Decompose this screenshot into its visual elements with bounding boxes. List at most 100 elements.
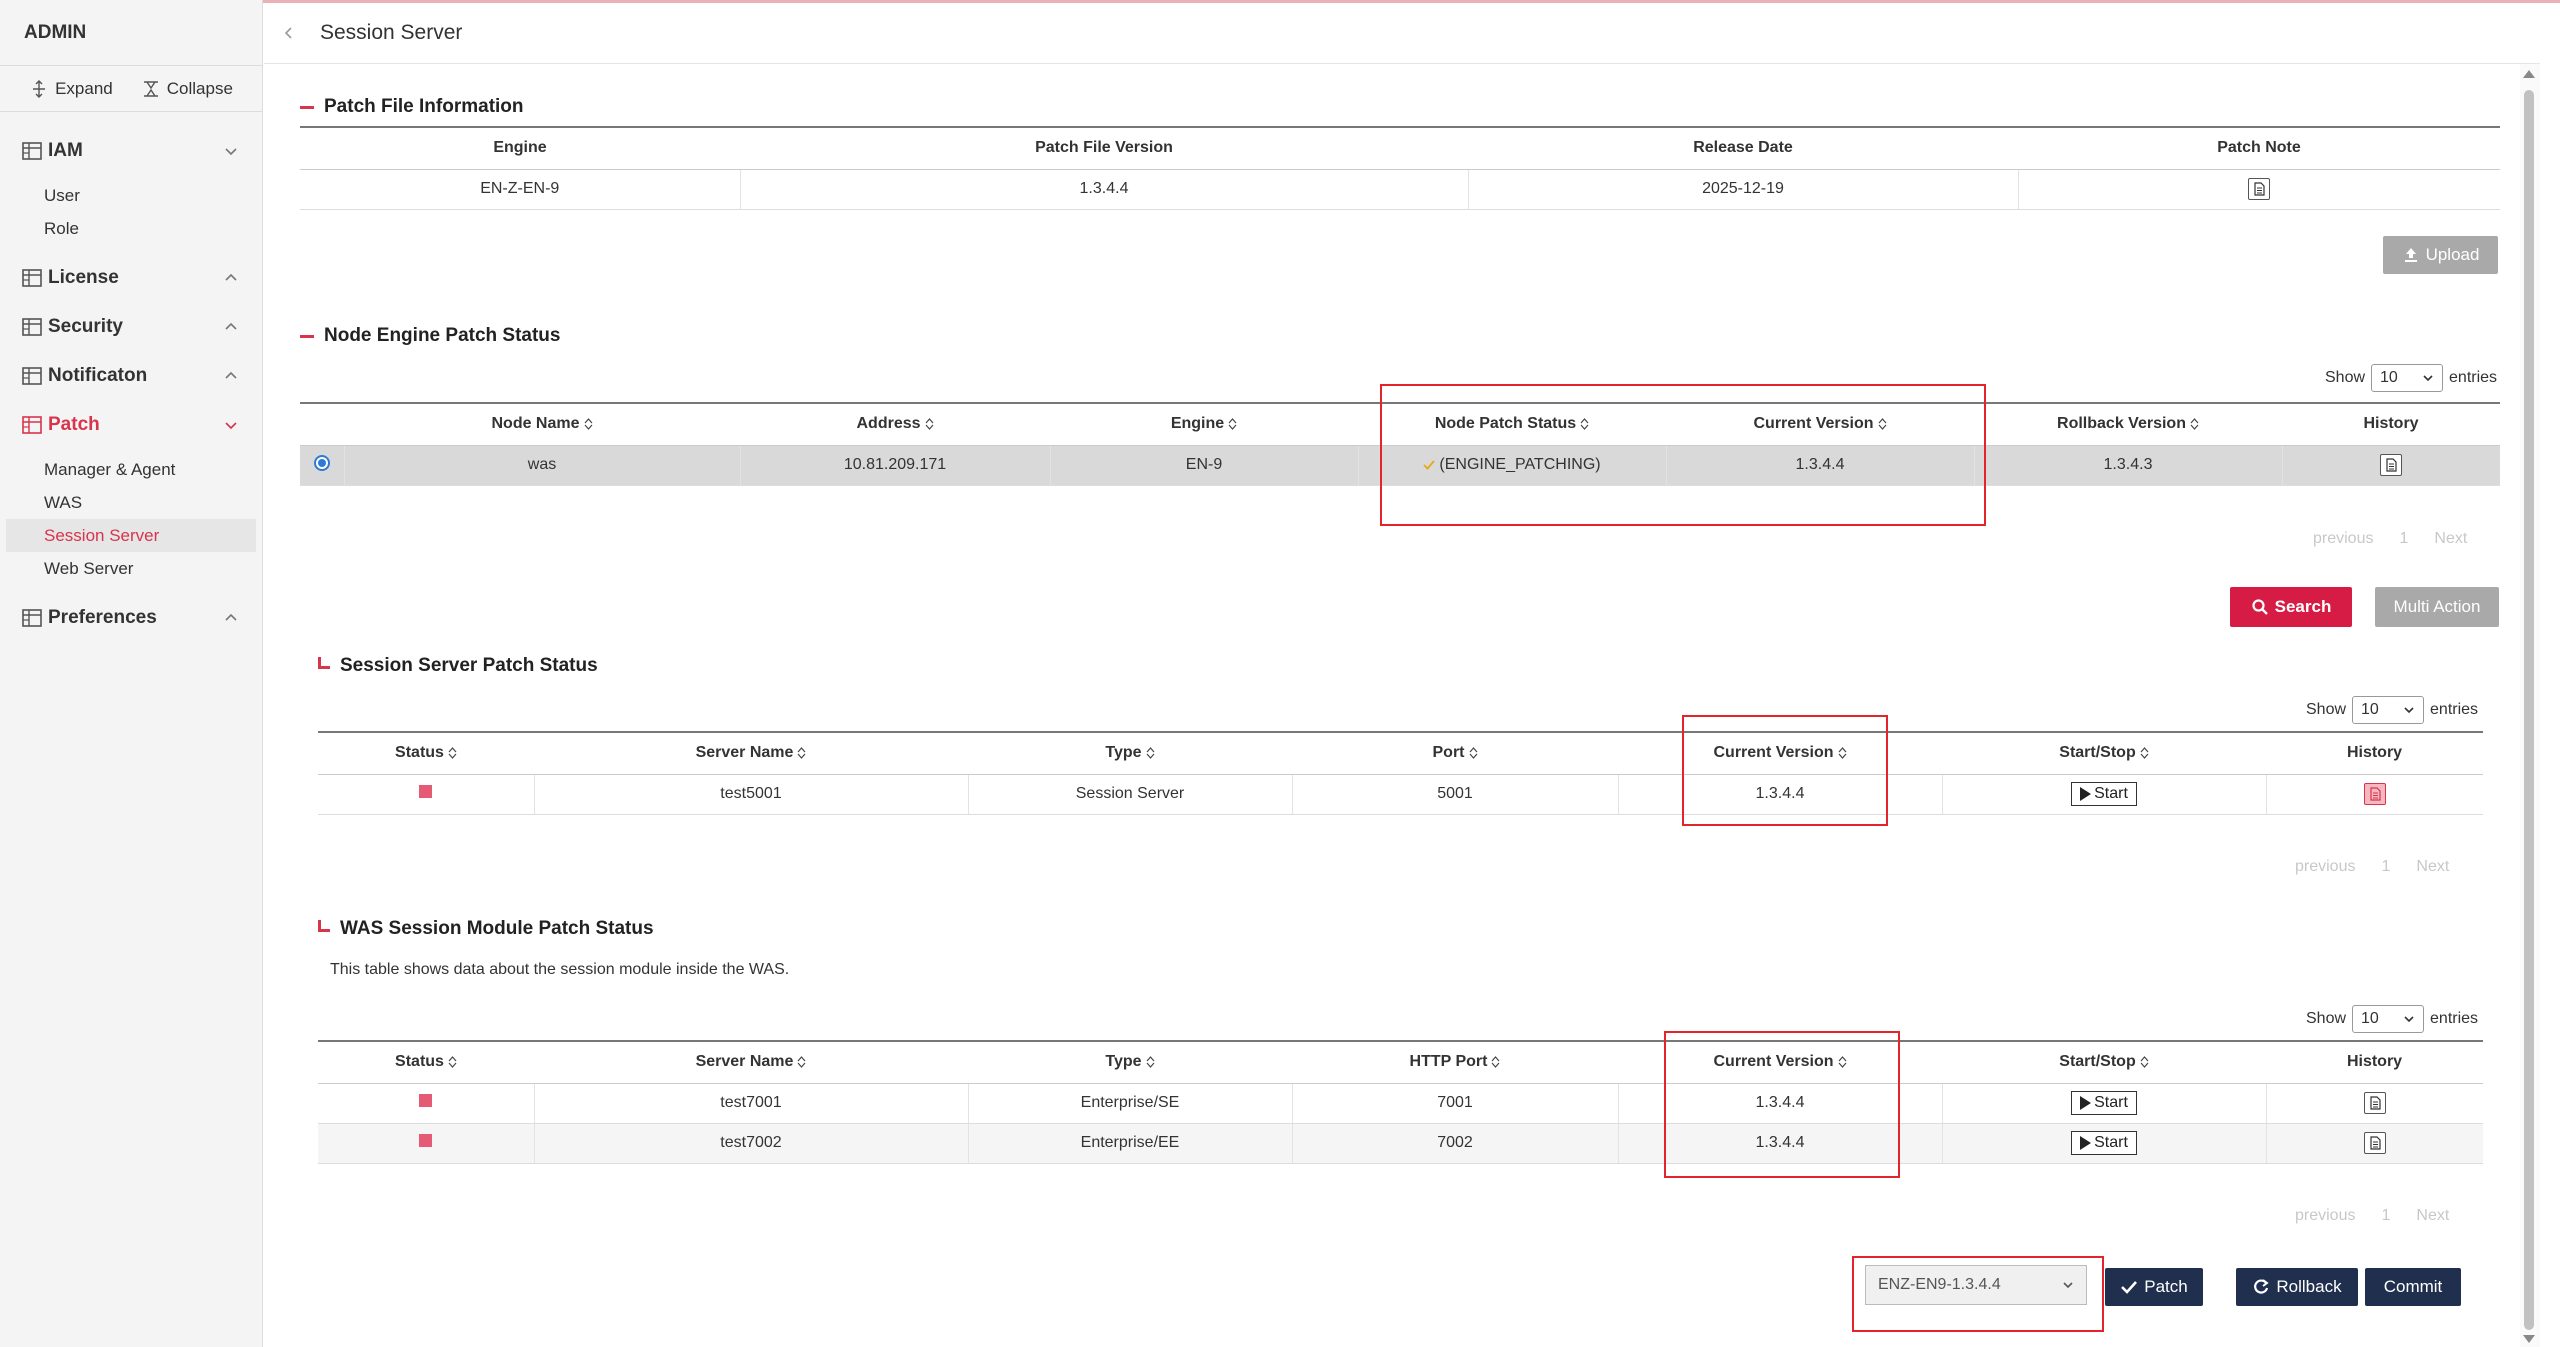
table-icon — [22, 141, 42, 160]
table-row: EN-Z-EN-9 1.3.4.4 2025-12-19 — [300, 169, 2500, 210]
column-header[interactable]: Start/Stop — [1942, 1040, 2266, 1084]
document-icon — [2386, 457, 2397, 472]
sidebar-group-license[interactable]: License — [0, 253, 262, 302]
column-header[interactable]: Server Name — [534, 1040, 968, 1084]
history-button[interactable] — [2380, 453, 2403, 476]
pager-page[interactable]: 1 — [2399, 530, 2408, 548]
sidebar-menu: IAM User Role License Security Notificat… — [0, 112, 262, 642]
sidebar-group-preferences[interactable]: Preferences — [0, 593, 262, 642]
table-row: test7001 Enterprise/SE 7001 1.3.4.4 Star… — [318, 1083, 2483, 1124]
column-header[interactable]: Type — [968, 731, 1292, 775]
sidebar-group-patch[interactable]: Patch — [0, 400, 262, 449]
column-header[interactable]: Port — [1292, 731, 1618, 775]
start-stop-cell: Start — [1941, 1083, 2266, 1124]
entries-select[interactable]: 10 — [2352, 1005, 2425, 1033]
chevron-left-icon[interactable] — [282, 26, 296, 40]
patch-note-button[interactable] — [2248, 177, 2271, 200]
pager-next[interactable]: Next — [2416, 1207, 2449, 1225]
history-cell — [2265, 1083, 2483, 1124]
column-header[interactable]: Address — [740, 402, 1050, 446]
column-header: History — [2282, 402, 2500, 446]
section-title-text: Patch File Information — [324, 96, 524, 117]
patch-submenu: Manager & Agent WAS Session Server Web S… — [0, 449, 262, 593]
sidebar: ADMIN Expand Collapse IAM User Role Lice… — [0, 0, 263, 1347]
scroll-up-arrow[interactable] — [2523, 70, 2535, 78]
sidebar-group-notification[interactable]: Notificaton — [0, 351, 262, 400]
sidebar-item-web-server[interactable]: Web Server — [0, 552, 262, 585]
search-label: Search — [2274, 597, 2332, 616]
start-button[interactable]: Start — [2071, 1131, 2137, 1155]
was-module-show-entries: Show 10 entries — [2306, 1005, 2478, 1033]
sort-icon — [2140, 747, 2149, 759]
sort-icon — [1228, 418, 1237, 430]
commit-label: Commit — [2383, 1277, 2443, 1296]
entries-select[interactable]: 10 — [2371, 364, 2444, 392]
history-cell — [2281, 445, 2500, 486]
pager-next[interactable]: Next — [2416, 858, 2449, 876]
multi-action-button[interactable]: Multi Action — [2375, 587, 2499, 627]
column-header[interactable]: Node Name — [344, 402, 740, 446]
column-header[interactable]: Server Name — [534, 731, 968, 775]
row-select-cell[interactable] — [300, 445, 344, 486]
expand-button[interactable]: Expand — [29, 79, 113, 99]
pager-page[interactable]: 1 — [2381, 1207, 2390, 1225]
node-engine-show-entries: Show 10 entries — [2325, 364, 2497, 392]
session-server-pager: previous 1 Next — [2295, 858, 2449, 876]
history-button[interactable] — [2363, 782, 2386, 805]
column-header: Engine — [300, 126, 740, 170]
http-port-cell: 7001 — [1291, 1083, 1618, 1124]
pager-previous[interactable]: previous — [2295, 1207, 2355, 1225]
session-server-show-entries: Show 10 entries — [2306, 696, 2478, 724]
pager-next[interactable]: Next — [2434, 530, 2467, 548]
chevron-up-icon — [225, 322, 237, 330]
column-header[interactable]: Status — [318, 1040, 534, 1084]
start-button[interactable]: Start — [2071, 1091, 2137, 1115]
sidebar-group-security[interactable]: Security — [0, 302, 262, 351]
scrollbar-thumb[interactable] — [2524, 90, 2534, 1330]
row-radio[interactable] — [313, 454, 330, 471]
column-header[interactable]: Type — [968, 1040, 1292, 1084]
section-marker — [300, 105, 314, 109]
pager-previous[interactable]: previous — [2313, 530, 2373, 548]
pager-page[interactable]: 1 — [2381, 858, 2390, 876]
sort-icon — [1469, 747, 1477, 759]
document-icon — [2370, 1135, 2381, 1150]
column-header[interactable]: Rollback Version — [1974, 402, 2282, 446]
rotate-icon — [2254, 1279, 2270, 1294]
column-header[interactable]: HTTP Port — [1292, 1040, 1618, 1084]
patch-button[interactable]: Patch — [2105, 1268, 2203, 1306]
entries-select[interactable]: 10 — [2352, 696, 2425, 724]
sort-icon — [448, 1056, 457, 1068]
page-title: Session Server — [320, 21, 463, 44]
column-header[interactable]: Engine — [1050, 402, 1358, 446]
pager-previous[interactable]: previous — [2295, 858, 2355, 876]
scroll-down-arrow[interactable] — [2523, 1335, 2535, 1343]
commit-button[interactable]: Commit — [2365, 1268, 2461, 1306]
search-icon — [2252, 599, 2268, 615]
sidebar-group-iam[interactable]: IAM — [0, 126, 262, 175]
release-date-cell: 2025-12-19 — [1467, 169, 2018, 210]
start-stop-cell: Start — [1941, 774, 2266, 815]
entries-value: 10 — [2361, 1010, 2379, 1027]
history-button[interactable] — [2363, 1131, 2386, 1154]
table-icon — [22, 608, 42, 627]
sidebar-item-session-server[interactable]: Session Server — [6, 519, 256, 552]
column-header[interactable]: Status — [318, 731, 534, 775]
sidebar-item-user[interactable]: User — [0, 179, 262, 212]
collapse-button[interactable]: Collapse — [141, 79, 233, 99]
sidebar-item-was[interactable]: WAS — [0, 486, 262, 519]
section-title-text: Node Engine Patch Status — [324, 325, 561, 346]
entries-value: 10 — [2380, 369, 2398, 386]
upload-button[interactable]: Upload — [2383, 236, 2498, 274]
patch-file-section-title: Patch File Information — [300, 96, 524, 118]
column-header[interactable]: Start/Stop — [1942, 731, 2266, 775]
history-button[interactable] — [2363, 1091, 2386, 1114]
sidebar-item-role[interactable]: Role — [0, 212, 262, 245]
expand-icon — [33, 79, 46, 98]
start-button[interactable]: Start — [2071, 782, 2137, 806]
upload-label: Upload — [2425, 245, 2480, 264]
search-button[interactable]: Search — [2230, 587, 2352, 627]
table-icon — [22, 366, 42, 385]
sidebar-item-manager-agent[interactable]: Manager & Agent — [0, 453, 262, 486]
rollback-button[interactable]: Rollback — [2236, 1268, 2358, 1306]
